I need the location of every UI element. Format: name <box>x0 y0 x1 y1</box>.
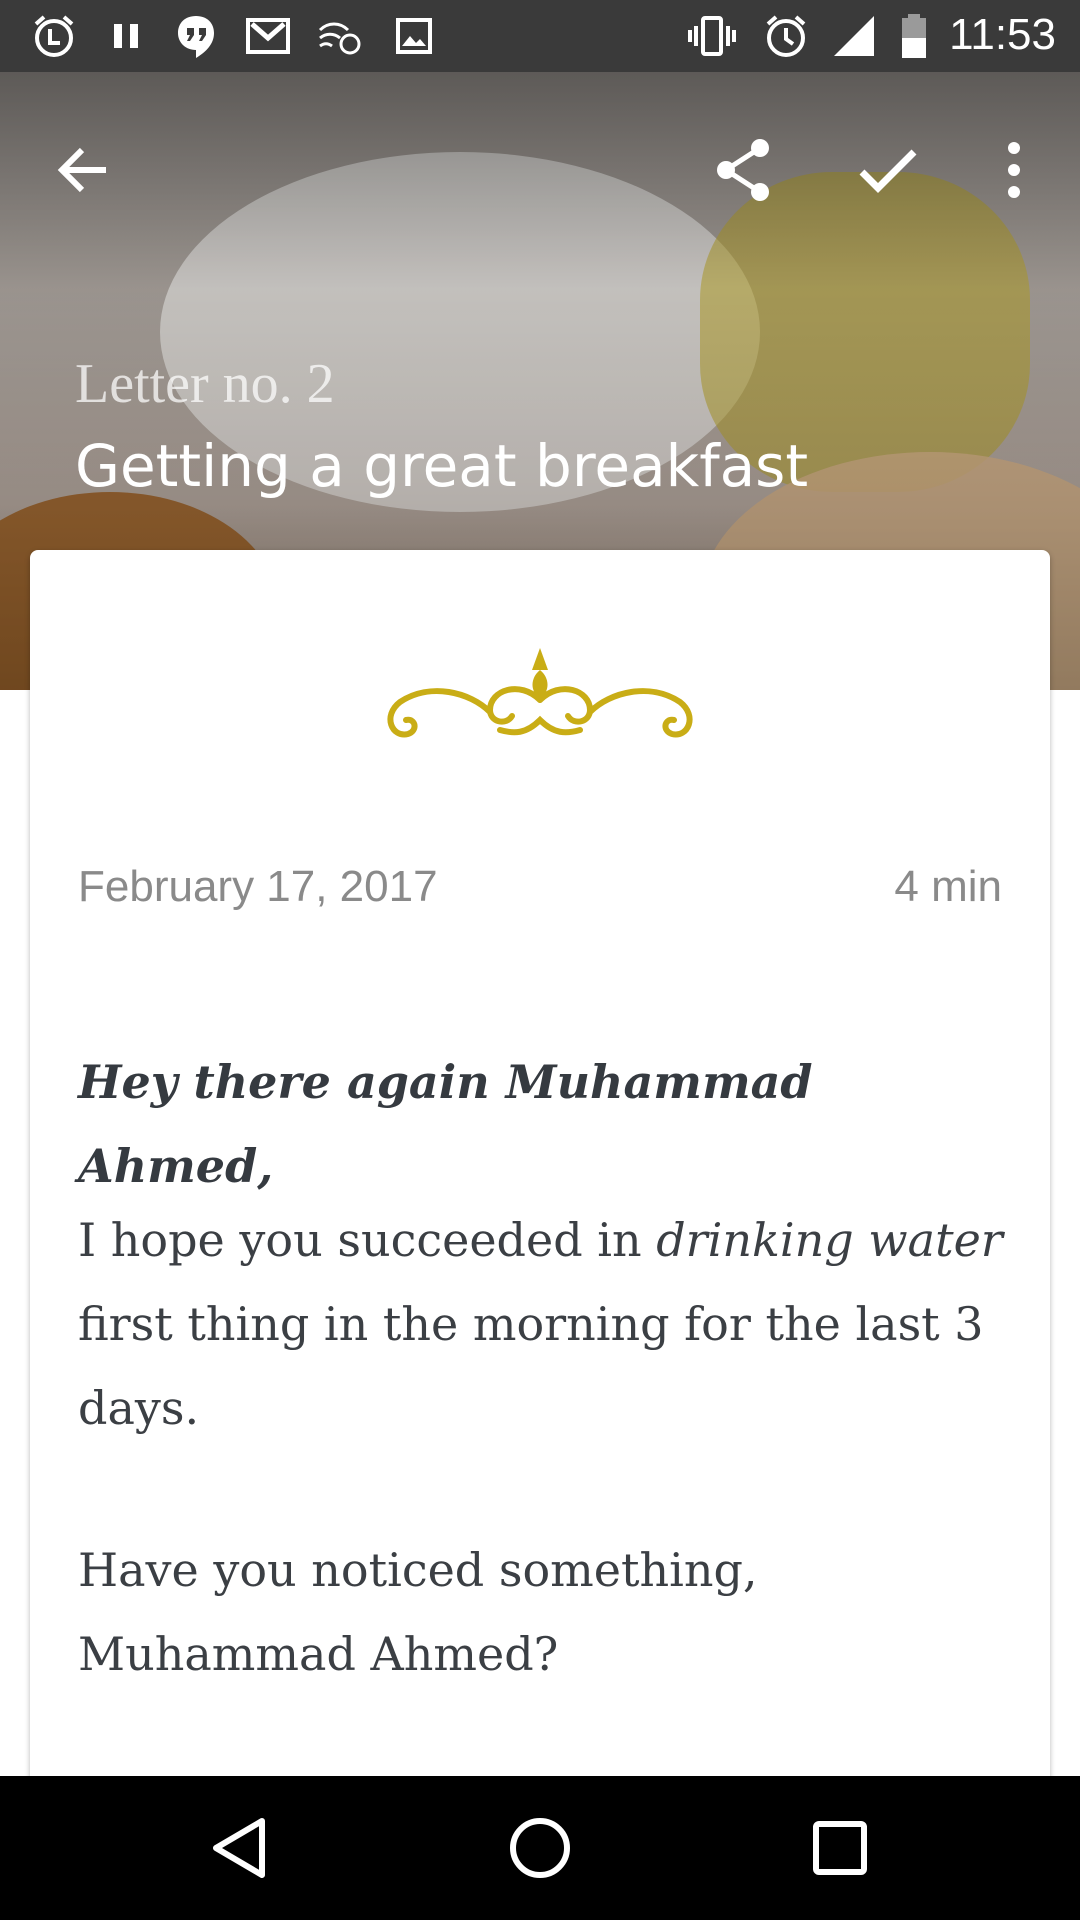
more-options-button[interactable] <box>972 128 1056 212</box>
nav-back-button[interactable] <box>206 1813 276 1883</box>
nav-recents-button[interactable] <box>805 1813 875 1883</box>
letter-greeting: Hey there again Muhammad Ahmed, <box>78 1055 813 1193</box>
letter-paragraph-2: Have you noticed something, Muhammad Ahm… <box>78 1543 758 1681</box>
read-time: 4 min <box>894 862 1002 911</box>
data-saver-icon <box>316 12 364 60</box>
status-bar: 11:53 <box>0 0 1080 72</box>
gmail-icon <box>244 12 292 60</box>
paragraph-text: I hope you succeeded in <box>78 1213 657 1267</box>
letter-card: February 17, 2017 4 min Hey there again … <box>30 550 1050 1850</box>
flourish-ornament-icon <box>380 640 700 750</box>
signal-icon <box>830 12 878 60</box>
hangouts-icon <box>172 12 220 60</box>
letter-date: February 17, 2017 <box>78 862 438 911</box>
battery-icon <box>890 12 938 60</box>
letter-paragraph-1: I hope you succeeded in drinking water f… <box>78 1198 1018 1450</box>
letter-number: Letter no. 2 <box>75 353 335 415</box>
share-button[interactable] <box>702 128 786 212</box>
check-button[interactable] <box>846 128 930 212</box>
alarm-icon <box>762 12 810 60</box>
back-button[interactable] <box>42 128 126 212</box>
navigation-bar <box>0 1776 1080 1920</box>
status-time: 11:53 <box>949 10 1056 59</box>
nav-home-button[interactable] <box>505 1813 575 1883</box>
emphasis-text: drinking water <box>656 1213 1003 1267</box>
paragraph-text: first thing in the morning for the last … <box>78 1297 984 1435</box>
alarm-l-icon <box>30 12 78 60</box>
pause-icon <box>102 12 150 60</box>
letter-title: Getting a great breakfast <box>75 432 809 500</box>
vibrate-icon <box>688 12 736 60</box>
image-icon <box>390 12 438 60</box>
